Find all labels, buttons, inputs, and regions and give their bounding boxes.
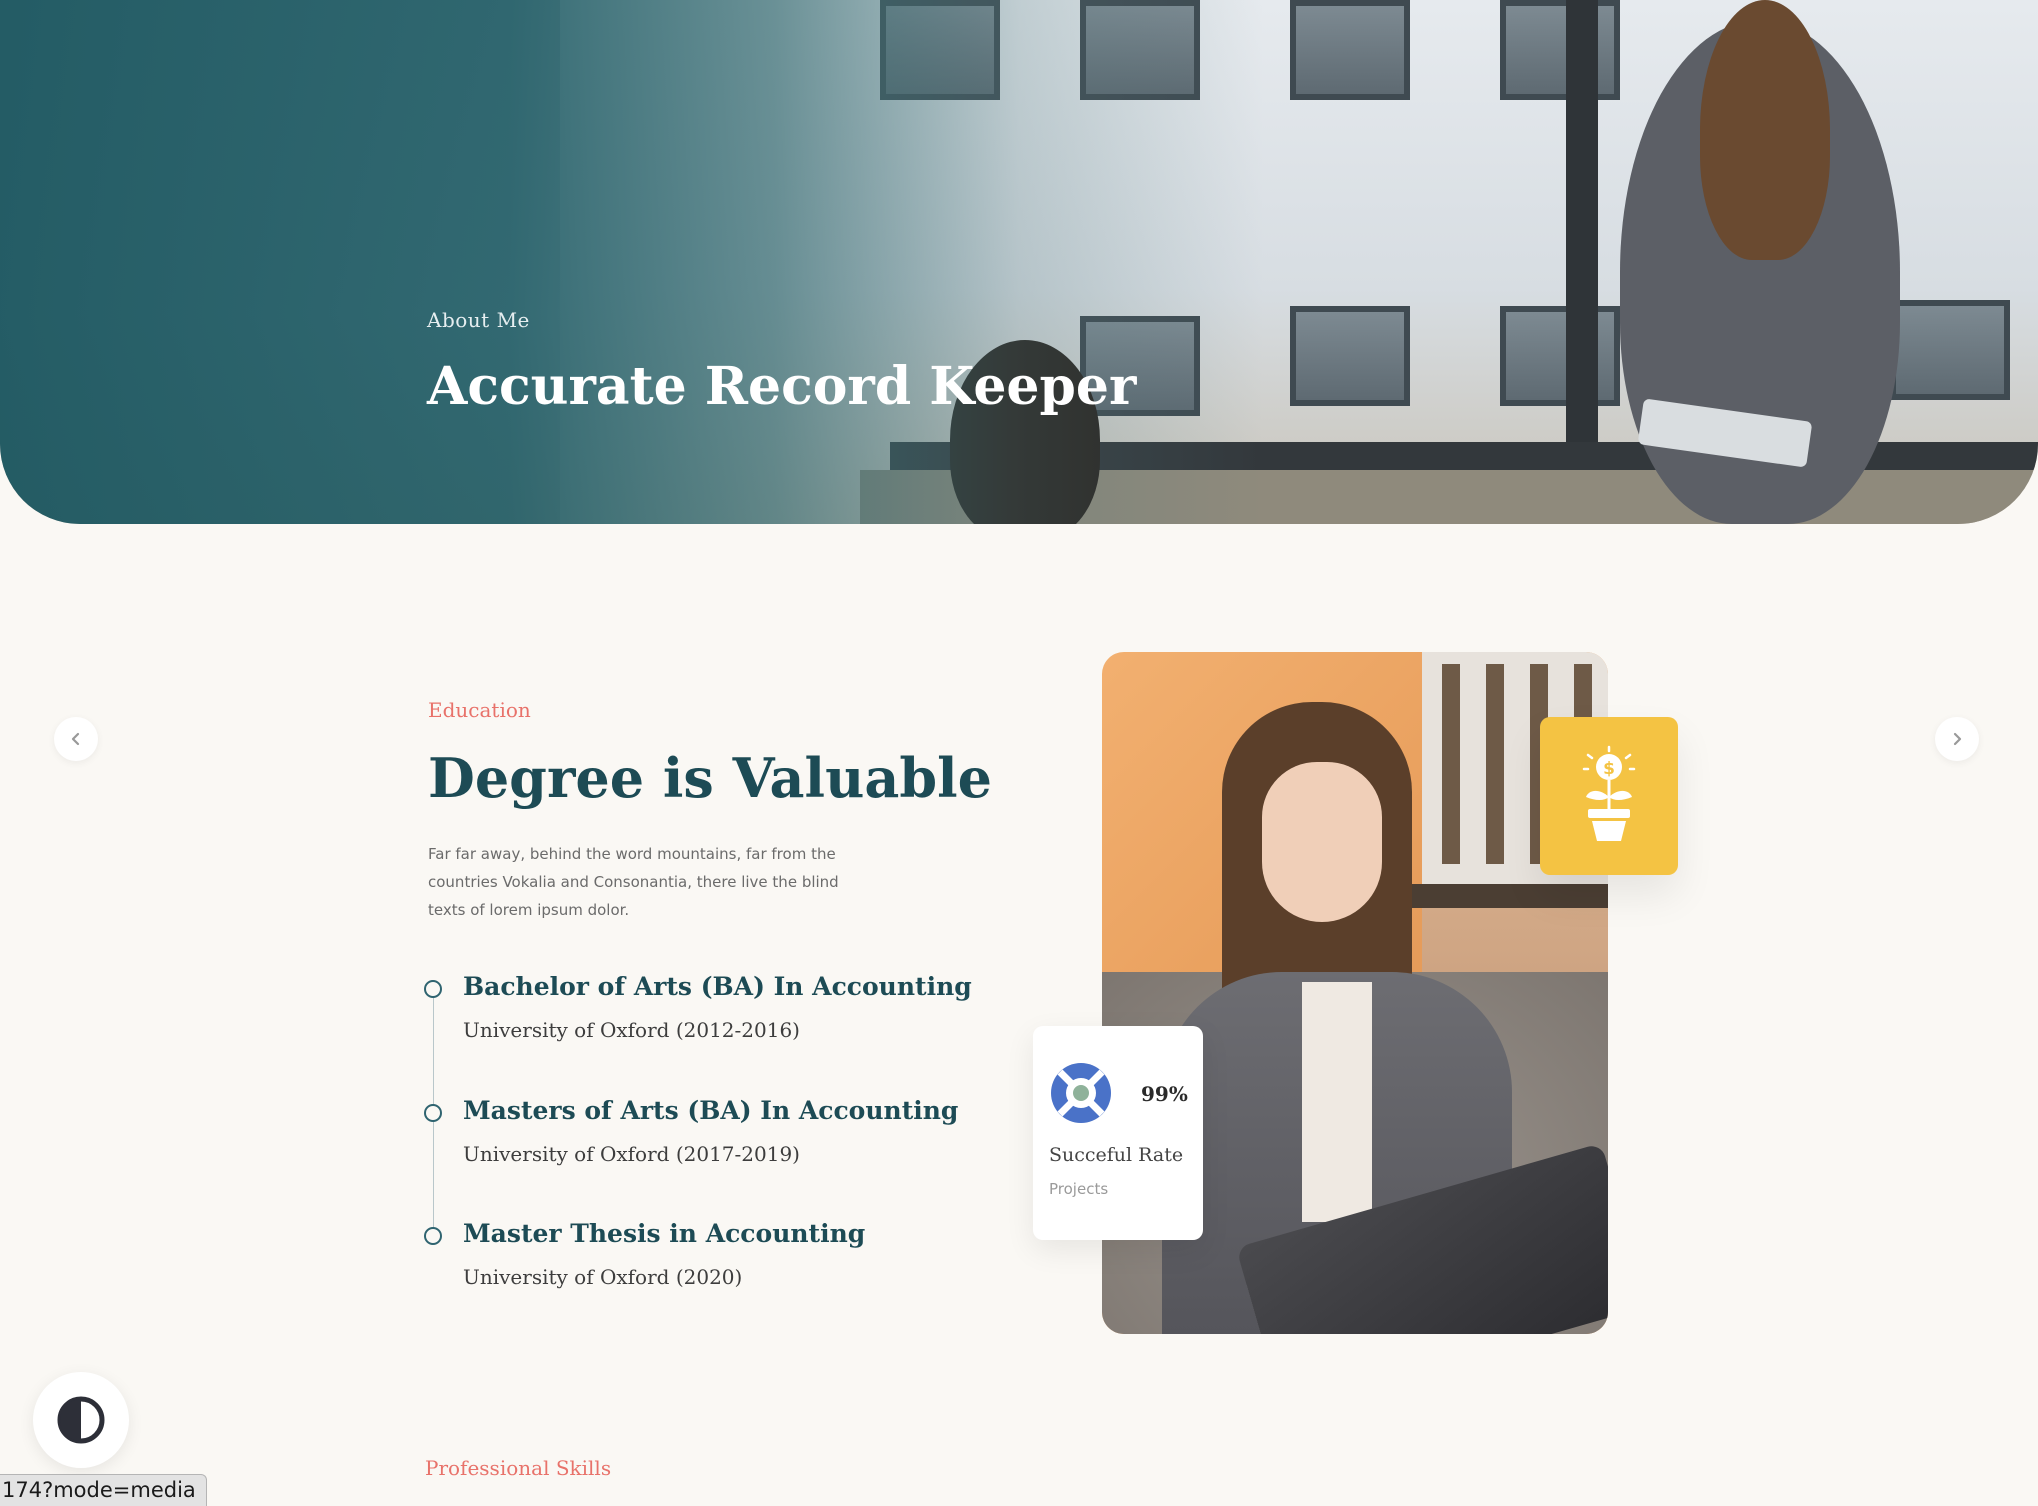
status-bar-url: 174?mode=media	[0, 1474, 207, 1506]
timeline-dot	[424, 1227, 442, 1245]
next-slide-button[interactable]	[1935, 717, 1979, 761]
timeline-item-title: Bachelor of Arts (BA) In Accounting	[463, 972, 972, 1001]
timeline-dot	[424, 1104, 442, 1122]
skills-eyebrow: Professional Skills	[425, 1456, 612, 1480]
education-eyebrow: Education	[428, 698, 531, 722]
prev-slide-button[interactable]	[54, 717, 98, 761]
feature-card: $	[1540, 717, 1678, 875]
svg-text:$: $	[1603, 759, 1615, 779]
timeline-item-title: Master Thesis in Accounting	[463, 1219, 866, 1248]
hero-eyebrow: About Me	[427, 308, 530, 332]
success-rate-label: Succeful Rate	[1049, 1144, 1184, 1166]
timeline-dot	[424, 980, 442, 998]
timeline-item-subtitle: University of Oxford (2017-2019)	[463, 1142, 800, 1166]
hero-title: Accurate Record Keeper	[427, 356, 1137, 417]
success-rate-sublabel: Projects	[1049, 1180, 1109, 1198]
chevron-right-icon	[1953, 732, 1962, 746]
timeline-item-title: Masters of Arts (BA) In Accounting	[463, 1096, 959, 1125]
lifebuoy-icon	[1051, 1063, 1111, 1123]
education-description: Far far away, behind the word mountains,…	[428, 845, 839, 919]
education-title: Degree is Valuable	[428, 746, 992, 810]
timeline-item-subtitle: University of Oxford (2012-2016)	[463, 1018, 800, 1042]
theme-toggle-button[interactable]	[33, 1372, 129, 1468]
success-rate-value: 99%	[1141, 1082, 1188, 1106]
chevron-left-icon	[71, 732, 80, 746]
contrast-icon	[57, 1396, 105, 1444]
timeline-item-subtitle: University of Oxford (2020)	[463, 1265, 743, 1289]
money-plant-icon: $	[1582, 745, 1636, 841]
success-rate-card: 99% Succeful Rate Projects	[1033, 1026, 1203, 1240]
hero-banner: About Me Accurate Record Keeper	[0, 0, 2038, 524]
